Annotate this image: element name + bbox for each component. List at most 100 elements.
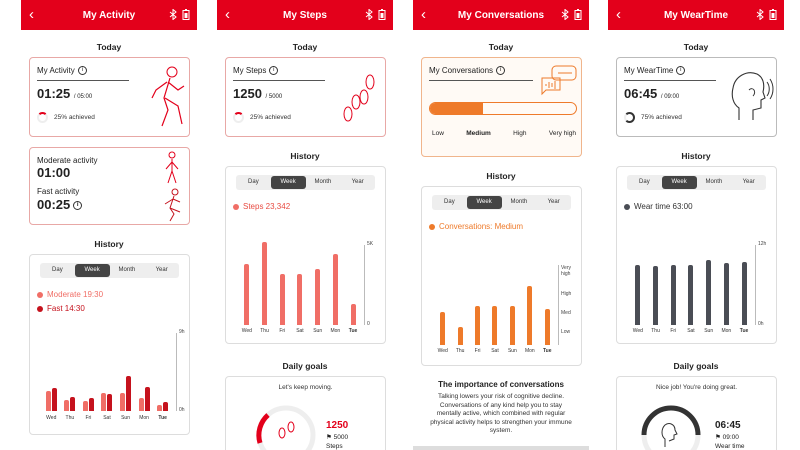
tab-week[interactable]: Week	[270, 176, 306, 189]
x-tick-sun: Sun	[121, 415, 130, 421]
steps-screen: ‹ My Steps Today My Steps i 1250 / 5000 2…	[217, 0, 393, 450]
bar-group-sat	[101, 393, 113, 411]
activity-history-card: Day Week Month Year Moderate 19:30 Fast …	[29, 254, 190, 435]
bar-group-thu	[653, 266, 659, 325]
y-tick-top: 12h	[758, 241, 767, 247]
daily-goals-heading: Daily goals	[673, 361, 719, 371]
walker-icon	[165, 151, 179, 184]
tab-year[interactable]: Year	[144, 264, 179, 277]
weartime-card[interactable]: My WearTime i 06:45 / 09:00 75% achieved	[616, 57, 777, 137]
legend-conversations: Conversations: Medium	[429, 222, 523, 231]
x-tick-sun: Sun	[704, 328, 714, 334]
goal-value: 1250	[326, 420, 349, 431]
battery-icon	[769, 9, 777, 20]
tab-day[interactable]: Day	[40, 264, 75, 277]
bar-conversations-wed	[440, 312, 446, 345]
conversation-level-fill	[430, 103, 483, 114]
footprints-icon	[343, 74, 375, 122]
progress-ring-icon	[37, 112, 48, 123]
x-tick-mon: Mon	[721, 328, 732, 334]
bar-conversations-sat	[492, 306, 498, 345]
tab-day[interactable]: Day	[627, 176, 662, 189]
x-tick-tue: Tue	[158, 415, 167, 421]
conversations-card[interactable]: My Conversations i Low Medium High Very h…	[421, 57, 582, 157]
tab-year[interactable]: Year	[340, 176, 375, 189]
bar-wear-time-fri	[670, 265, 676, 325]
bar-moderate-wed	[45, 391, 51, 411]
x-tick-wed: Wed	[46, 415, 57, 421]
bar-group-sat	[688, 265, 694, 325]
info-icon[interactable]: i	[269, 66, 279, 76]
weartime-bars	[629, 245, 753, 325]
divider	[429, 80, 533, 81]
activity-screen: ‹ My Activity Today My Activity i 01:25 /…	[21, 0, 197, 450]
steps-card[interactable]: My Steps i 1250 / 5000 25% achieved	[225, 57, 386, 137]
image-strip	[413, 446, 589, 450]
x-tick-sat: Sat	[296, 328, 304, 334]
goal-ring-icon	[641, 405, 701, 450]
weartime-goal-card: Nice job! You're doing great. 06:45 ⚑ 09…	[616, 376, 777, 450]
battery-icon	[574, 9, 582, 20]
goal-message: Nice job! You're doing great.	[655, 384, 738, 391]
tab-month[interactable]: Month	[502, 196, 537, 209]
x-tick-thu: Thu	[260, 328, 269, 334]
bar-fast-sat	[107, 394, 113, 411]
y-tick-low: Low	[561, 329, 571, 335]
divider	[37, 80, 129, 81]
x-axis-days: Wed Thu Fri Sat Sun Mon Tue	[238, 328, 362, 334]
header-bar: ‹ My Activity	[21, 0, 197, 30]
intensity-card[interactable]: Moderate activity 01:00 Fast activity 00…	[29, 147, 190, 225]
bar-conversations-tue	[544, 309, 550, 345]
tab-week[interactable]: Week	[466, 196, 502, 209]
bar-fast-fri	[88, 398, 94, 411]
tab-day[interactable]: Day	[236, 176, 271, 189]
moderate-value: 01:00	[37, 165, 71, 180]
fast-value: 00:25 i	[37, 197, 83, 212]
x-tick-sat: Sat	[687, 328, 695, 334]
bar-group-sat	[297, 274, 303, 325]
tab-year[interactable]: Year	[731, 176, 766, 189]
info-icon[interactable]: i	[496, 66, 506, 76]
bar-group-fri	[82, 398, 94, 411]
level-very-high: Very high	[548, 130, 576, 137]
steps-history-card: Day Week Month Year Steps 23,342 5K 0 We…	[225, 166, 386, 344]
bar-fast-tue	[163, 402, 169, 411]
bar-group-thu	[262, 242, 268, 325]
x-tick-thu: Thu	[455, 348, 465, 354]
bar-group-mon	[138, 387, 150, 411]
tab-week[interactable]: Week	[661, 176, 697, 189]
y-axis	[755, 245, 756, 325]
bar-steps-sat	[297, 274, 303, 325]
x-tick-tue: Tue	[348, 328, 358, 334]
bar-wear-time-thu	[653, 266, 659, 325]
info-icon[interactable]: i	[676, 66, 686, 76]
level-low: Low	[432, 130, 444, 137]
tab-week[interactable]: Week	[74, 264, 110, 277]
legend-moderate: Moderate 19:30	[37, 290, 103, 299]
bar-group-fri	[670, 265, 676, 325]
conversations-bars	[434, 265, 556, 345]
bluetooth-icon	[756, 9, 764, 20]
bar-group-sun	[509, 306, 515, 345]
tab-day[interactable]: Day	[432, 196, 467, 209]
bar-moderate-sat	[101, 393, 107, 411]
info-icon[interactable]: i	[77, 66, 87, 76]
tab-month[interactable]: Month	[697, 176, 732, 189]
speech-bubbles-icon	[541, 65, 577, 96]
achieved-text: 25% achieved	[54, 114, 95, 121]
bar-wear-time-wed	[635, 265, 641, 325]
tab-month[interactable]: Month	[110, 264, 145, 277]
bar-group-fri	[279, 274, 285, 325]
x-tick-sat: Sat	[103, 415, 111, 421]
battery-icon	[378, 9, 386, 20]
bar-group-sun	[315, 269, 321, 325]
activity-card[interactable]: My Activity i 01:25 / 05:00 25% achieved	[29, 57, 190, 137]
tab-year[interactable]: Year	[536, 196, 571, 209]
tab-month[interactable]: Month	[306, 176, 341, 189]
goal-unit: Steps	[326, 443, 343, 450]
battery-icon	[182, 9, 190, 20]
goal-target: ⚑ 09:00	[715, 434, 739, 441]
info-icon[interactable]: i	[73, 201, 83, 211]
x-axis-days: Wed Thu Fri Sat Sun Mon Tue	[629, 328, 753, 334]
bar-moderate-fri	[82, 401, 88, 411]
